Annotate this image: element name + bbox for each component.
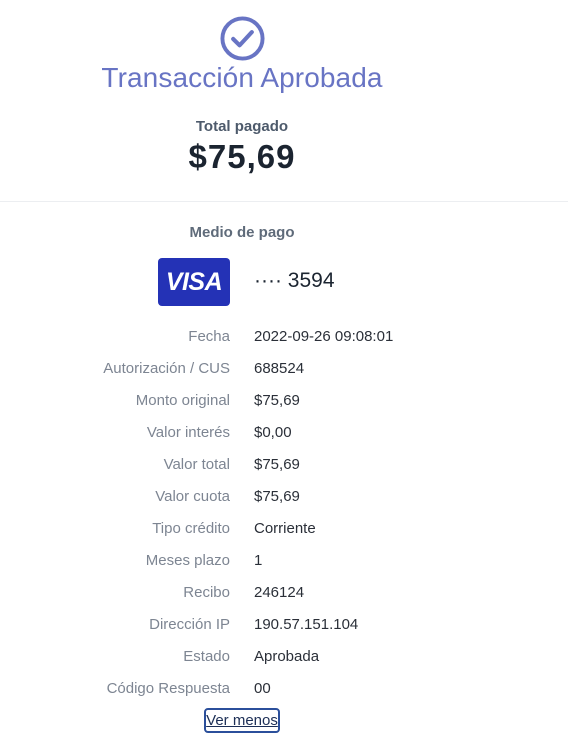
payment-method-label: Medio de pago [189, 224, 295, 241]
detail-label: Valor interés [146, 424, 230, 441]
detail-value: Aprobada [254, 648, 320, 665]
detail-label: Estado [183, 648, 230, 665]
detail-row-direccion-ip: Dirección IP 190.57.151.104 [0, 608, 568, 640]
detail-row-fecha: Fecha 2022-09-26 09:08:01 [0, 320, 568, 352]
detail-value: 190.57.151.104 [254, 616, 359, 633]
detail-row-meses-plazo: Meses plazo 1 [0, 544, 568, 576]
detail-row-valor-interes: Valor interés $0,00 [0, 416, 568, 448]
detail-value: $0,00 [254, 424, 292, 441]
detail-label: Autorización / CUS [103, 360, 230, 377]
detail-row-estado: Estado Aprobada [0, 640, 568, 672]
visa-card-logo: VISA [158, 258, 230, 306]
total-paid-amount: $75,69 [188, 138, 296, 175]
detail-value: 2022-09-26 09:08:01 [254, 328, 394, 345]
detail-label: Tipo crédito [152, 520, 230, 537]
detail-row-autorizacion: Autorización / CUS 688524 [0, 352, 568, 384]
detail-value: $75,69 [254, 456, 300, 473]
check-circle-icon [220, 16, 265, 61]
total-paid-label: Total pagado [195, 118, 289, 135]
detail-value: 246124 [254, 584, 305, 601]
detail-value: Corriente [254, 520, 316, 537]
detail-value: 00 [254, 680, 271, 697]
detail-label: Meses plazo [145, 552, 230, 569]
detail-value: 688524 [254, 360, 305, 377]
ver-menos-link[interactable]: Ver menos [204, 708, 280, 733]
detail-row-monto-original: Monto original $75,69 [0, 384, 568, 416]
card-brand-text: VISA [165, 267, 223, 296]
detail-row-valor-cuota: Valor cuota $75,69 [0, 480, 568, 512]
detail-label: Valor total [163, 456, 230, 473]
transaction-details: Fecha 2022-09-26 09:08:01 Autorización /… [0, 320, 568, 704]
detail-label: Monto original [135, 392, 230, 409]
masked-card-number: ···· 3594 [254, 269, 335, 292]
detail-label: Código Respuesta [106, 680, 230, 697]
detail-label: Dirección IP [149, 616, 230, 633]
detail-label: Recibo [183, 584, 230, 601]
detail-row-tipo-credito: Tipo crédito Corriente [0, 512, 568, 544]
page-title: Transacción Aprobada [101, 62, 383, 93]
detail-row-valor-total: Valor total $75,69 [0, 448, 568, 480]
detail-row-recibo: Recibo 246124 [0, 576, 568, 608]
detail-value: 1 [254, 552, 263, 569]
detail-label: Valor cuota [155, 488, 230, 505]
detail-value: $75,69 [254, 488, 300, 505]
transaction-receipt: Transacción Aprobada Total pagado $75,69… [0, 0, 568, 750]
receipt-header: Transacción Aprobada Total pagado $75,69 [0, 0, 568, 202]
detail-label: Fecha [188, 328, 230, 345]
detail-value: $75,69 [254, 392, 300, 409]
detail-row-codigo-respuesta: Código Respuesta 00 [0, 672, 568, 704]
